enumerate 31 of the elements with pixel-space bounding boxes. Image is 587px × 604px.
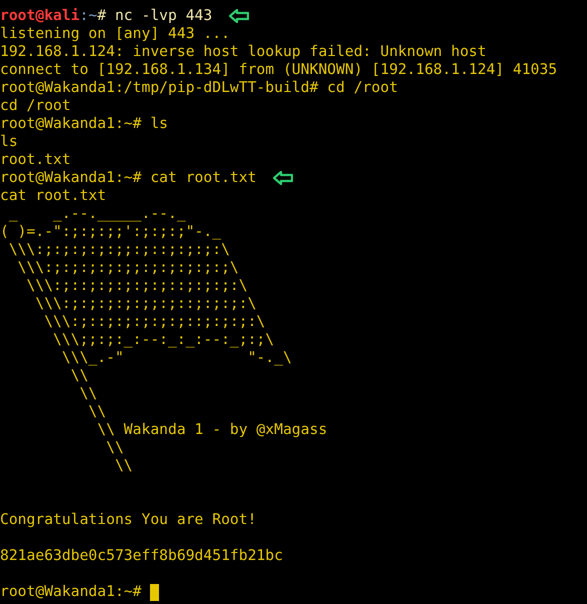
ascii-art-line: \\ Wakanda 1 - by @xMagass [96,421,328,439]
prompt-user: root@kali [0,7,80,25]
output-line: root@Wakanda1:~# [0,583,142,601]
output-line: cd /root [0,97,71,115]
output-line: 192.168.1.124: inverse host lookup failed: Unknown host [0,43,486,61]
output-line: 821ae63dbe0c573eff8b69d451fb21bc [0,547,283,565]
ascii-art-line: _ _.--._____.--._ [8,205,186,223]
output-line: Congratulations You are Root! [0,511,256,529]
output-line: root.txt [0,151,71,169]
ascii-art-line: \\\_.-" "-._\ [60,349,292,367]
ascii-art-line: \\\:;:;:;:;:;;:;::;:;:;:\ [8,241,230,259]
ascii-art-line: \\ [78,385,98,403]
ascii-art-line: \\\:;::;:;:;:;:;::;:;:;:\ [26,277,248,295]
ascii-art-line: \\ [70,367,88,385]
ascii-art-line: ( )=.-":;:;:;;':;:;:;"-._ [0,223,222,241]
output-line: ls [0,133,18,151]
ascii-art-line: \\ [105,439,124,457]
ascii-art-line: \\\:;:;:;:;:;;:;::;:;:;:\ [34,295,256,313]
ascii-art-line: \\\:;:;:;:;:;;:;:;:;:;:;\ [16,259,239,277]
output-line: cat root.txt [0,187,106,205]
command-text: # nc -lvp 443 [97,7,212,25]
ascii-art-line: \\ [87,403,106,421]
ascii-art-line: \\ [114,457,133,475]
ascii-art-line: \\\:;::;:;:;:;:;::;:;:;:\ [43,313,266,331]
output-line: listening on [any] 443 ... [0,25,230,43]
ascii-art-line: \\\;;:;:_:--:_:_:--:_;:;\ [52,331,274,349]
output-line: root@Wakanda1:~# ls [0,115,168,133]
prompt-path: :~ [80,7,98,25]
output-line: root@Wakanda1:/tmp/pip-dDLwTT-build# cd /root [0,79,398,97]
output-line: connect to [192.168.1.134] from (UNKNOWN) [192.168.1.124] 41035 [0,61,558,79]
output-line: root@Wakanda1:~# cat root.txt [0,169,256,187]
